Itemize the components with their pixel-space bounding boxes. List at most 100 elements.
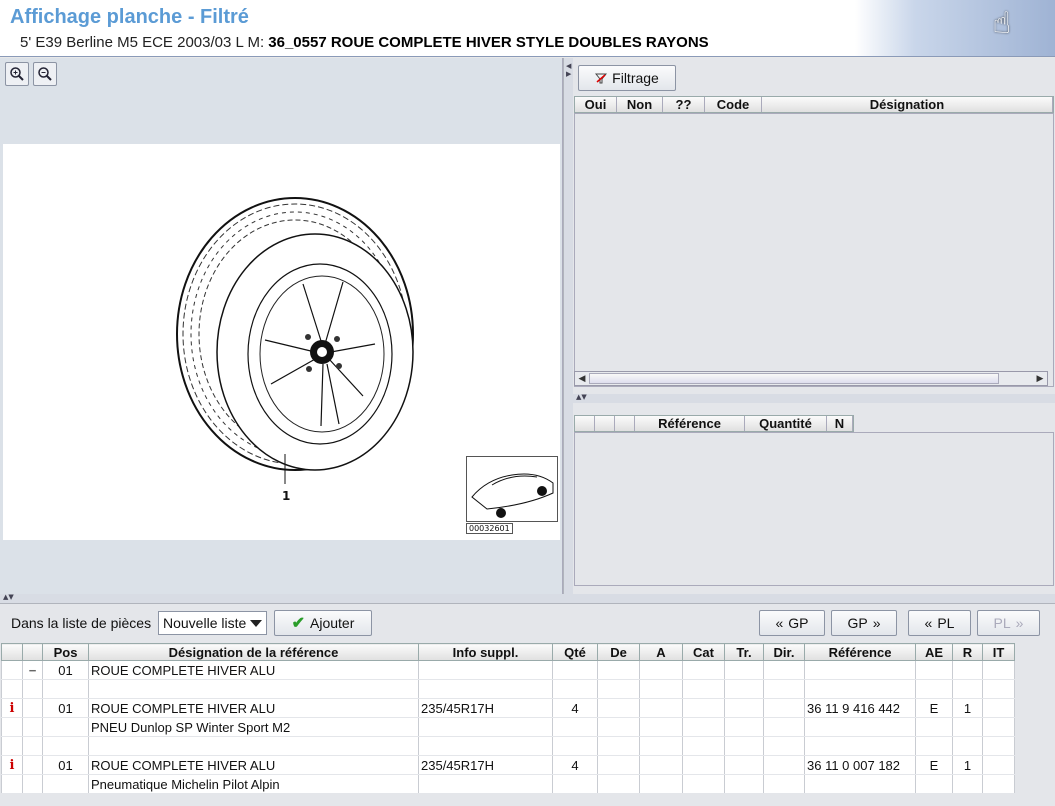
col-blank-1 bbox=[575, 416, 595, 431]
col-designation[interactable]: Désignation bbox=[762, 97, 1053, 112]
table-cell bbox=[804, 717, 916, 737]
col-unknown[interactable]: ?? bbox=[663, 97, 705, 112]
col-tr[interactable]: Tr. bbox=[724, 643, 764, 661]
table-row[interactable]: i 01 ROUE COMPLETE HIVER ALU 235/45R17H 4 36 … bbox=[1, 755, 1015, 775]
splitter-updown-icon[interactable]: ▲▼ bbox=[576, 393, 587, 401]
collapse-icon bbox=[22, 774, 43, 794]
gp-next-button[interactable]: GP» bbox=[831, 610, 897, 636]
right-horizontal-splitter[interactable]: ▲▼ bbox=[573, 393, 1055, 403]
scroll-right-icon[interactable]: ▶ bbox=[1033, 372, 1047, 385]
table-cell bbox=[724, 755, 764, 775]
collapse-icon bbox=[22, 755, 43, 775]
pl-next-button[interactable]: PL» bbox=[977, 610, 1040, 636]
plate-title: 36_0557 ROUE COMPLETE HIVER STYLE DOUBLE… bbox=[268, 34, 709, 51]
table-cell bbox=[915, 736, 953, 756]
table-cell: E bbox=[915, 698, 953, 718]
col-info-suppl[interactable]: Info suppl. bbox=[418, 643, 553, 661]
col-non[interactable]: Non bbox=[617, 97, 663, 112]
table-cell bbox=[597, 774, 640, 794]
header-decoration bbox=[855, 0, 1055, 56]
table-cell bbox=[952, 774, 983, 794]
filter-grid-body[interactable] bbox=[574, 113, 1054, 387]
splitter-arrows-icon[interactable]: ◀ ▶ bbox=[566, 62, 571, 78]
table-cell bbox=[724, 679, 764, 699]
part-drawing[interactable]: 1 00032601 bbox=[3, 144, 560, 540]
table-cell bbox=[682, 755, 725, 775]
table-cell bbox=[804, 774, 916, 794]
collapse-icon bbox=[22, 698, 43, 718]
info-icon[interactable] bbox=[1, 774, 23, 794]
info-icon[interactable] bbox=[1, 660, 23, 680]
table-cell: 01 bbox=[42, 755, 89, 775]
table-row[interactable] bbox=[1, 679, 1015, 699]
scroll-left-icon[interactable]: ◀ bbox=[575, 372, 589, 385]
col-qte[interactable]: Qté bbox=[552, 643, 598, 661]
add-button[interactable]: ✔ Ajouter bbox=[274, 610, 372, 636]
table-cell: 36 11 9 416 442 bbox=[804, 698, 916, 718]
table-cell bbox=[597, 660, 640, 680]
drawing-pane: 1 00032601 bbox=[0, 58, 563, 594]
table-row[interactable] bbox=[1, 736, 1015, 756]
scrollbar-thumb[interactable] bbox=[589, 373, 999, 384]
vertical-splitter[interactable]: ◀ ▶ bbox=[563, 58, 573, 594]
table-row[interactable]: Pneumatique Michelin Pilot Alpin bbox=[1, 774, 1015, 794]
info-icon[interactable]: i bbox=[1, 698, 23, 718]
page-subtitle: 5' E39 Berline M5 ECE 2003/03 L M: 36_05… bbox=[20, 34, 709, 51]
table-cell bbox=[42, 679, 89, 699]
col-expand[interactable] bbox=[22, 643, 43, 661]
table-cell bbox=[682, 774, 725, 794]
table-cell bbox=[639, 774, 683, 794]
info-icon[interactable]: i bbox=[1, 755, 23, 775]
splitter-updown-icon[interactable]: ▲▼ bbox=[3, 593, 14, 601]
table-cell bbox=[952, 717, 983, 737]
main-horizontal-splitter[interactable]: ▲▼ bbox=[0, 593, 1055, 603]
col-oui[interactable]: Oui bbox=[575, 97, 617, 112]
col-a[interactable]: A bbox=[639, 643, 683, 661]
col-reference[interactable]: Référence bbox=[804, 643, 916, 661]
parts-list-select[interactable]: Nouvelle liste bbox=[158, 611, 267, 635]
position-label: 1 bbox=[282, 489, 291, 503]
info-icon[interactable] bbox=[1, 736, 23, 756]
ref-grid-body[interactable] bbox=[574, 432, 1054, 586]
col-pos[interactable]: Pos bbox=[42, 643, 89, 661]
info-icon[interactable] bbox=[1, 717, 23, 737]
col-r[interactable]: R bbox=[952, 643, 983, 661]
col-n[interactable]: N bbox=[827, 416, 853, 431]
zoom-in-button[interactable] bbox=[5, 62, 29, 86]
zoom-out-button[interactable] bbox=[33, 62, 57, 86]
col-ae[interactable]: AE bbox=[915, 643, 953, 661]
gp-previous-button[interactable]: «GP bbox=[759, 610, 825, 636]
pl-next-label: PL bbox=[993, 615, 1011, 631]
col-cat[interactable]: Cat bbox=[682, 643, 725, 661]
table-cell bbox=[418, 679, 553, 699]
filter-button[interactable]: Filtrage bbox=[578, 65, 676, 91]
pl-previous-button[interactable]: «PL bbox=[908, 610, 971, 636]
table-cell: ROUE COMPLETE HIVER ALU bbox=[88, 698, 419, 718]
col-quantite[interactable]: Quantité bbox=[745, 416, 827, 431]
table-cell bbox=[639, 698, 683, 718]
zoom-out-icon bbox=[38, 67, 52, 81]
table-cell bbox=[763, 717, 805, 737]
col-designation[interactable]: Désignation de la référence bbox=[88, 643, 419, 661]
table-row[interactable]: −01 ROUE COMPLETE HIVER ALU bbox=[1, 660, 1015, 680]
table-cell bbox=[88, 679, 419, 699]
table-cell bbox=[42, 774, 89, 794]
col-info-flag[interactable] bbox=[1, 643, 23, 661]
col-de[interactable]: De bbox=[597, 643, 640, 661]
table-cell: 235/45R17H bbox=[418, 698, 553, 718]
col-it[interactable]: IT bbox=[982, 643, 1015, 661]
table-cell bbox=[682, 698, 725, 718]
table-cell bbox=[682, 736, 725, 756]
table-cell bbox=[804, 736, 916, 756]
col-dir[interactable]: Dir. bbox=[763, 643, 805, 661]
table-cell bbox=[88, 736, 419, 756]
info-icon[interactable] bbox=[1, 679, 23, 699]
collapse-icon bbox=[22, 679, 43, 699]
table-cell bbox=[982, 774, 1015, 794]
filter-horizontal-scrollbar[interactable]: ◀ ▶ bbox=[574, 371, 1048, 386]
table-row[interactable]: i 01 ROUE COMPLETE HIVER ALU 235/45R17H 4 36 … bbox=[1, 698, 1015, 718]
col-code[interactable]: Code bbox=[705, 97, 762, 112]
table-cell bbox=[418, 660, 553, 680]
table-row[interactable]: PNEU Dunlop SP Winter Sport M2 bbox=[1, 717, 1015, 737]
col-reference[interactable]: Référence bbox=[635, 416, 745, 431]
